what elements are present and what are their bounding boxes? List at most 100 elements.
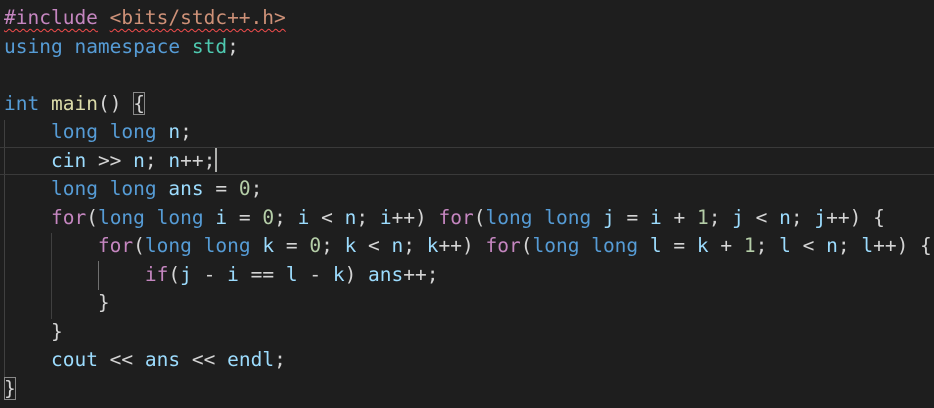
token-punc: ; — [321, 234, 345, 257]
token-var: cin — [50, 148, 87, 172]
token-kw: long — [50, 177, 98, 200]
token-punc: ++) { — [873, 234, 932, 257]
token-var: l — [779, 234, 791, 257]
code-line-1[interactable]: #include <bits/stdc++.h> — [4, 4, 934, 32]
token-punc: ; — [403, 234, 427, 257]
token-ctrl: if — [144, 262, 169, 286]
code-editor[interactable]: #include <bits/stdc++.h> using namespace … — [0, 0, 934, 408]
token-punc: ( — [520, 234, 533, 257]
code-line-6[interactable]: cin >> n; n++; — [0, 146, 934, 175]
token-punc: ; — [790, 205, 815, 229]
token-var: n — [168, 148, 181, 172]
token-var: j — [732, 205, 744, 229]
token-punc — [579, 234, 591, 257]
token-punc: ++; — [403, 262, 439, 286]
token-punc: >> — [86, 148, 134, 172]
token-punc: ; — [274, 205, 298, 229]
token-punc: = — [661, 234, 697, 257]
token-var: i — [297, 205, 310, 229]
token-num: 0 — [309, 234, 322, 257]
token-var: l — [285, 262, 298, 286]
token-kw: long — [97, 205, 145, 229]
token-punc: ) — [344, 262, 369, 286]
token-punc — [591, 206, 603, 229]
token-kw: long — [144, 234, 192, 257]
code-line-10[interactable]: if(j - i == l - k) ans++; — [4, 261, 934, 289]
token-num: 1 — [696, 205, 709, 229]
token-num: 1 — [743, 234, 756, 257]
token-ctrl: for — [50, 205, 87, 229]
token-var: j — [602, 205, 615, 229]
token-punc: = — [227, 205, 263, 229]
code-line-14[interactable]: } — [4, 375, 934, 403]
token-punc — [98, 120, 110, 143]
token-punc — [204, 206, 216, 229]
token-punc — [638, 234, 650, 257]
token-punc: == — [238, 262, 286, 286]
token-ctrl: for — [485, 234, 521, 257]
token-ctrl: for — [438, 205, 474, 229]
token-var: cout — [50, 348, 98, 371]
token-var: n — [779, 205, 791, 229]
code-line-13[interactable]: cout << ans << endl; — [4, 346, 934, 374]
token-kw: long — [544, 205, 592, 229]
token-var: j — [814, 205, 827, 229]
token-punc: ; — [250, 177, 263, 200]
token-kw: long — [485, 205, 533, 229]
token-kw: long — [109, 120, 157, 143]
token-punc — [157, 120, 169, 143]
token-punc: ; — [837, 234, 862, 257]
code-line-11[interactable]: } — [4, 289, 934, 317]
code-line-2[interactable]: using namespace std; — [4, 33, 934, 61]
token-punc: ++) — [438, 234, 486, 257]
token-var: n — [168, 120, 181, 143]
token-var: k — [696, 234, 709, 257]
code-line-5[interactable]: long long n; — [4, 118, 934, 146]
token-var: l — [861, 234, 874, 257]
text-cursor — [215, 148, 218, 172]
token-var: ans — [168, 177, 204, 200]
token-punc — [4, 234, 98, 257]
token-punc — [4, 120, 51, 143]
code-line-12[interactable]: } — [4, 318, 934, 346]
token-punc — [251, 234, 263, 257]
token-punc: } — [4, 376, 16, 400]
token-punc — [145, 206, 157, 229]
code-line-3[interactable] — [4, 61, 934, 89]
token-var: n — [344, 205, 357, 229]
token-punc: ( — [168, 262, 181, 286]
token-punc — [192, 234, 204, 257]
token-num: 0 — [238, 177, 251, 200]
token-punc: ; — [227, 34, 239, 58]
token-punc: ++; — [180, 148, 216, 172]
token-punc — [157, 177, 169, 200]
token-punc: << — [180, 348, 228, 371]
token-kw: int — [4, 91, 40, 115]
token-var: k — [262, 234, 275, 257]
token-kw: long — [203, 234, 251, 257]
token-punc: = — [274, 234, 310, 257]
token-var: n — [826, 234, 838, 257]
code-line-8[interactable]: for(long long i = 0; i < n; i++) for(lon… — [4, 204, 934, 232]
token-var: k — [426, 234, 439, 257]
token-punc: << — [97, 348, 145, 371]
token-var: i — [379, 205, 392, 229]
token-kw: long — [156, 205, 204, 229]
token-punc: - — [297, 262, 333, 286]
token-punc: + — [708, 234, 744, 257]
token-punc: < — [743, 205, 780, 229]
token-var: ans — [144, 348, 181, 371]
code-line-9[interactable]: for(long long k = 0; k < n; k++) for(lon… — [4, 232, 934, 260]
code-line-4[interactable]: int main() { — [4, 90, 934, 118]
token-fn: main — [50, 91, 98, 115]
token-punc: ( — [86, 205, 98, 229]
token-var: k — [344, 234, 357, 257]
token-punc: ++) — [391, 205, 439, 229]
token-var: ans — [368, 262, 404, 286]
token-punc — [39, 92, 51, 115]
code-line-7[interactable]: long long ans = 0; — [4, 175, 934, 203]
token-kw: long — [532, 234, 580, 257]
token-punc — [4, 177, 51, 200]
token-punc — [98, 6, 110, 29]
token-punc: ; — [144, 148, 169, 172]
